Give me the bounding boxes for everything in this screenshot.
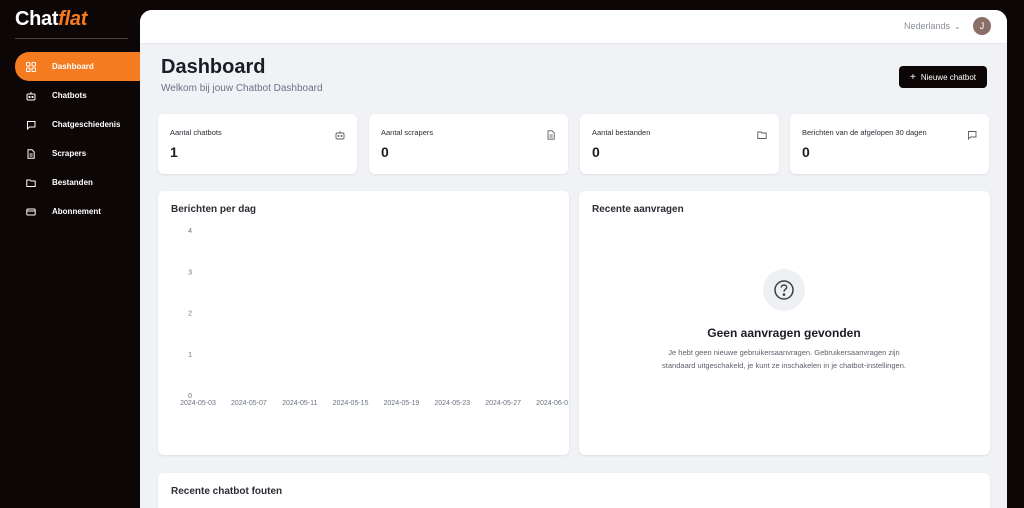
card-title: Recente chatbot fouten xyxy=(171,486,283,497)
messages-per-day-card: Berichten per dag 0 1 2 3 4 2024-05-03 2024-05… xyxy=(158,191,569,455)
sidebar-item-chatbots[interactable]: Chatbots xyxy=(0,81,140,110)
stat-label: Berichten van de afgelopen 30 dagen xyxy=(802,128,927,137)
language-label: Nederlands xyxy=(904,21,951,31)
sidebar-item-label: Chatgeschiedenis xyxy=(52,120,121,129)
new-chatbot-button[interactable]: + Nieuwe chatbot xyxy=(899,66,987,88)
y-tick-label: 4 xyxy=(188,228,192,235)
x-tick-label: 2024-05-11 xyxy=(282,400,317,407)
x-tick-label: 2024-05-19 xyxy=(384,400,420,407)
empty-state-text: Je hebt geen nieuwe gebruikersaanvragen.… xyxy=(662,348,906,370)
sidebar-item-abonnement[interactable]: Abonnement xyxy=(0,197,140,226)
sidebar-item-bestanden[interactable]: Bestanden xyxy=(0,168,140,197)
sidebar-item-label: Chatbots xyxy=(52,91,87,100)
x-tick-label: 2024-05-27 xyxy=(485,400,521,407)
recent-errors-card: Recente chatbot fouten xyxy=(158,473,990,508)
sidebar-item-dashboard[interactable]: Dashboard xyxy=(15,52,140,81)
page-subtitle: Welkom bij jouw Chatbot Dashboard xyxy=(161,83,323,94)
y-tick-label: 0 xyxy=(188,393,192,400)
y-tick-label: 1 xyxy=(188,352,192,359)
sidebar-item-chatgeschiedenis[interactable]: Chatgeschiedenis xyxy=(0,110,140,139)
folder-icon xyxy=(757,127,767,139)
chat-bubble-icon xyxy=(967,127,977,141)
document-icon xyxy=(25,148,37,160)
page-title: Dashboard xyxy=(161,56,266,78)
stat-label: Aantal chatbots xyxy=(170,128,222,137)
folder-icon xyxy=(25,177,37,189)
card-title: Recente aanvragen xyxy=(592,204,684,215)
sidebar-nav: Dashboard Chatbots Chatgeschiedenis Scra… xyxy=(0,52,140,226)
y-tick-label: 3 xyxy=(188,269,192,276)
empty-state-title: Geen aanvragen gevonden xyxy=(707,326,861,340)
sidebar-divider xyxy=(15,38,128,39)
x-tick-label: 2024-05-07 xyxy=(231,400,267,407)
recent-requests-card: Recente aanvragen Geen aanvragen gevonde… xyxy=(579,191,990,455)
sidebar-item-label: Scrapers xyxy=(52,149,87,158)
x-tick-label: 2024-06-01 xyxy=(536,400,569,407)
stat-value: 0 xyxy=(381,144,389,160)
stat-label: Aantal bestanden xyxy=(592,128,651,137)
logo[interactable]: Chatflat xyxy=(15,8,87,31)
sidebar-item-label: Bestanden xyxy=(52,178,93,187)
sidebar-item-scrapers[interactable]: Scrapers xyxy=(0,139,140,168)
stat-card-bestanden: Aantal bestanden 0 xyxy=(580,114,779,174)
document-icon xyxy=(546,127,556,140)
stat-card-berichten: Berichten van de afgelopen 30 dagen 0 xyxy=(790,114,989,174)
sidebar: Chatflat Dashboard Chatbots Chatgeschied… xyxy=(0,0,140,508)
x-tick-label: 2024-05-23 xyxy=(434,400,470,407)
grid-icon xyxy=(25,61,37,73)
credit-card-icon xyxy=(25,206,37,218)
question-circle-icon xyxy=(763,269,805,311)
logo-text-main: Chat xyxy=(15,8,59,30)
stat-value: 0 xyxy=(592,144,600,160)
stat-card-scrapers: Aantal scrapers 0 xyxy=(369,114,568,174)
app: Chatflat Dashboard Chatbots Chatgeschied… xyxy=(0,0,1024,508)
robot-icon xyxy=(335,127,345,140)
sidebar-item-label: Abonnement xyxy=(52,207,101,216)
messages-chart: 0 1 2 3 4 2024-05-03 2024-05-07 2024-05-11 2024-… xyxy=(180,228,569,407)
sidebar-item-label: Dashboard xyxy=(52,62,94,71)
chat-bubble-icon xyxy=(25,119,37,131)
chevron-down-icon: ⌄ xyxy=(954,21,961,31)
y-tick-label: 2 xyxy=(188,311,192,318)
logo-text-accent: flat xyxy=(58,8,88,30)
stat-label: Aantal scrapers xyxy=(381,128,434,137)
x-tick-label: 2024-05-03 xyxy=(180,400,216,407)
x-tick-label: 2024-05-15 xyxy=(333,400,369,407)
new-chatbot-label: Nieuwe chatbot xyxy=(920,72,976,82)
stat-card-chatbots: Aantal chatbots 1 xyxy=(158,114,357,174)
language-select[interactable]: Nederlands ⌄ xyxy=(904,21,961,31)
topbar: Nederlands ⌄ J xyxy=(140,10,1007,44)
main-panel: Nederlands ⌄ J Dashboard Welkom bij jouw… xyxy=(140,10,1007,508)
avatar[interactable]: J xyxy=(973,17,991,35)
stat-value: 1 xyxy=(170,144,178,160)
robot-icon xyxy=(25,90,37,102)
stat-value: 0 xyxy=(802,144,810,160)
plus-icon: + xyxy=(910,71,916,83)
